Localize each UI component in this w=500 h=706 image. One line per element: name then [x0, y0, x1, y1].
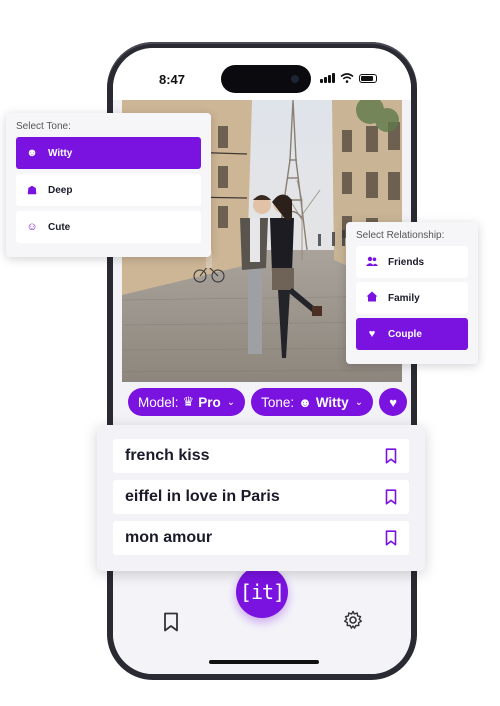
- suggestions-card: french kiss eiffel in love in Paris mon …: [97, 425, 425, 571]
- relationship-panel: Select Relationship: Friends Family ♥ Co…: [346, 222, 478, 364]
- spy-icon: ☗: [27, 184, 37, 197]
- mask-icon: ☻: [298, 394, 312, 410]
- suggestion-item[interactable]: eiffel in love in Paris: [113, 480, 409, 514]
- mask-icon: ☻: [26, 147, 38, 159]
- tone-value: Witty: [315, 394, 349, 410]
- relationship-option-friends[interactable]: Friends: [356, 246, 468, 278]
- camera-icon: [291, 75, 299, 83]
- relationship-option-label: Family: [388, 292, 420, 304]
- home-indicator[interactable]: [209, 660, 319, 664]
- heart-icon: ♥: [368, 328, 376, 340]
- settings-button[interactable]: [343, 610, 363, 635]
- bottom-nav: [it]: [113, 566, 411, 674]
- chevron-down-icon: ⌄: [354, 396, 364, 408]
- status-time: 8:47: [159, 72, 186, 87]
- tone-option-cute[interactable]: ☺ Cute: [16, 211, 201, 243]
- relationship-option-family[interactable]: Family: [356, 282, 468, 314]
- nav-bookmark-button[interactable]: [163, 612, 179, 637]
- tone-label: Tone:: [261, 394, 295, 410]
- user-group-icon: [366, 256, 378, 269]
- cute-face-icon: ☺: [26, 221, 38, 233]
- status-bar: 8:47: [113, 48, 411, 100]
- model-chip[interactable]: Model: ♛ Pro ⌄: [128, 388, 246, 416]
- tone-option-label: Cute: [48, 221, 71, 233]
- signal-icon: [320, 73, 335, 83]
- tone-option-label: Witty: [48, 147, 73, 159]
- tone-panel-title: Select Tone:: [16, 121, 71, 132]
- generate-button[interactable]: [it]: [236, 566, 288, 618]
- tone-panel: Select Tone: ☻ Witty ☗ Deep ☺ Cute: [6, 113, 211, 257]
- suggestion-item[interactable]: french kiss: [113, 439, 409, 473]
- bookmark-icon[interactable]: [385, 448, 397, 464]
- suggestion-text: eiffel in love in Paris: [125, 488, 280, 505]
- crown-icon: ♛: [182, 394, 195, 409]
- bookmark-icon: [164, 612, 178, 632]
- stage: 8:47 Model: ♛ Pro ⌄ Tone: ☻ Witty ⌄ ♥ [i…: [0, 0, 500, 706]
- chevron-down-icon: ⌄: [226, 396, 236, 408]
- home-icon: [366, 291, 378, 305]
- relationship-option-label: Friends: [388, 256, 425, 268]
- bookmark-icon[interactable]: [385, 530, 397, 546]
- model-value: Pro: [198, 394, 221, 410]
- bookmark-icon[interactable]: [385, 489, 397, 505]
- tone-option-witty[interactable]: ☻ Witty: [16, 137, 201, 169]
- relationship-button[interactable]: ♥: [379, 388, 408, 416]
- wifi-icon: [340, 73, 354, 83]
- relationship-option-couple[interactable]: ♥ Couple: [356, 318, 468, 350]
- tone-option-label: Deep: [48, 184, 73, 196]
- tone-chip[interactable]: Tone: ☻ Witty ⌄: [251, 388, 374, 416]
- status-icons: [320, 73, 377, 83]
- suggestion-text: mon amour: [125, 529, 213, 546]
- battery-icon: [359, 74, 377, 83]
- dynamic-island: [221, 65, 311, 93]
- chip-row: Model: ♛ Pro ⌄ Tone: ☻ Witty ⌄ ♥: [128, 388, 408, 416]
- tone-option-deep[interactable]: ☗ Deep: [16, 174, 201, 206]
- suggestion-item[interactable]: mon amour: [113, 521, 409, 555]
- heart-icon: ♥: [389, 394, 397, 410]
- relationship-panel-title: Select Relationship:: [356, 230, 445, 241]
- gear-icon: [344, 610, 362, 629]
- suggestion-text: french kiss: [125, 447, 210, 464]
- relationship-option-label: Couple: [388, 328, 422, 340]
- model-label: Model:: [138, 394, 179, 410]
